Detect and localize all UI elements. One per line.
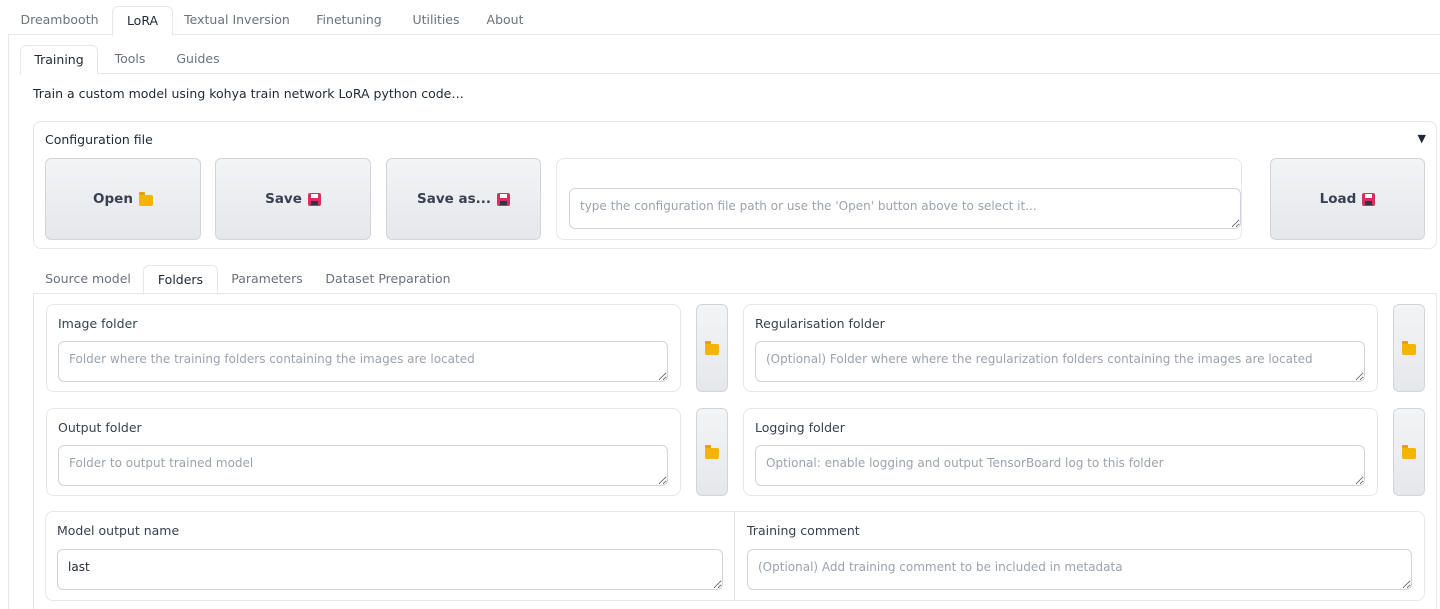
folder-icon	[705, 340, 719, 355]
tab-training[interactable]: Training	[20, 45, 98, 75]
floppy-disk-icon	[497, 192, 511, 206]
main-tab-bar: Dreambooth LoRA Textual Inversion Finetu…	[8, 6, 1440, 36]
model-name-comment-group: Model output name Training comment	[45, 511, 1425, 601]
model-output-name-label: Model output name	[57, 523, 180, 538]
tab-source-model[interactable]: Source model	[39, 265, 137, 294]
save-as-button-label: Save as...	[416, 191, 492, 207]
tab-parameters[interactable]: Parameters	[225, 265, 309, 294]
page-description: Train a custom model using kohya train n…	[33, 86, 464, 101]
folder-icon	[138, 191, 153, 206]
tab-dataset-preparation[interactable]: Dataset Preparation	[323, 265, 453, 294]
output-folder-browse-button[interactable]	[696, 408, 728, 496]
open-button[interactable]: Open	[45, 158, 201, 240]
output-folder-label: Output folder	[58, 420, 142, 435]
tab-lora[interactable]: LoRA	[112, 6, 173, 36]
save-button[interactable]: Save	[215, 158, 371, 240]
configuration-file-title: Configuration file	[45, 132, 153, 147]
tab-guides[interactable]: Guides	[170, 45, 226, 74]
collapse-triangle-icon[interactable]: ▼	[1418, 132, 1426, 145]
tab-tools[interactable]: Tools	[108, 45, 152, 74]
tab-utilities[interactable]: Utilities	[404, 6, 468, 35]
image-folder-label: Image folder	[58, 316, 138, 331]
tab-folders[interactable]: Folders	[143, 265, 218, 295]
training-comment-input[interactable]	[747, 549, 1412, 590]
model-output-name-input[interactable]	[57, 549, 723, 590]
training-comment-label: Training comment	[747, 523, 860, 538]
image-folder-browse-button[interactable]	[696, 304, 728, 392]
save-button-label: Save	[265, 191, 302, 207]
regularisation-folder-label: Regularisation folder	[755, 316, 885, 331]
tab-dreambooth[interactable]: Dreambooth	[14, 6, 105, 35]
folder-icon	[1402, 340, 1416, 355]
image-folder-input[interactable]	[58, 341, 668, 382]
logging-folder-browse-button[interactable]	[1393, 408, 1425, 496]
tab-textual-inversion[interactable]: Textual Inversion	[180, 6, 294, 35]
section-tab-bar: Source model Folders Parameters Dataset …	[33, 265, 1437, 295]
config-path-input[interactable]	[569, 188, 1241, 229]
load-button[interactable]: Load	[1270, 158, 1425, 240]
tab-about[interactable]: About	[480, 6, 530, 35]
configuration-file-panel: Configuration file ▼ Open Save Save as..…	[33, 121, 1437, 249]
folder-icon	[705, 444, 719, 459]
config-path-container	[556, 158, 1242, 240]
regularisation-folder-input[interactable]	[755, 341, 1365, 382]
floppy-disk-icon	[307, 192, 321, 206]
regularisation-folder-browse-button[interactable]	[1393, 304, 1425, 392]
save-as-button[interactable]: Save as...	[386, 158, 541, 240]
regularisation-folder-group: Regularisation folder	[743, 304, 1378, 392]
logging-folder-label: Logging folder	[755, 420, 845, 435]
logging-folder-input[interactable]	[755, 445, 1365, 486]
image-folder-group: Image folder	[46, 304, 681, 392]
folder-icon	[1402, 444, 1416, 459]
output-folder-input[interactable]	[58, 445, 668, 486]
model-output-name-group: Model output name	[46, 512, 734, 600]
logging-folder-group: Logging folder	[743, 408, 1378, 496]
output-folder-group: Output folder	[46, 408, 681, 496]
tab-finetuning[interactable]: Finetuning	[306, 6, 392, 35]
lora-sub-tab-bar: Training Tools Guides	[20, 45, 1440, 75]
load-button-label: Load	[1319, 191, 1357, 207]
training-comment-group: Training comment	[735, 512, 1424, 600]
open-button-label: Open	[93, 191, 133, 207]
floppy-disk-icon	[1362, 192, 1376, 206]
